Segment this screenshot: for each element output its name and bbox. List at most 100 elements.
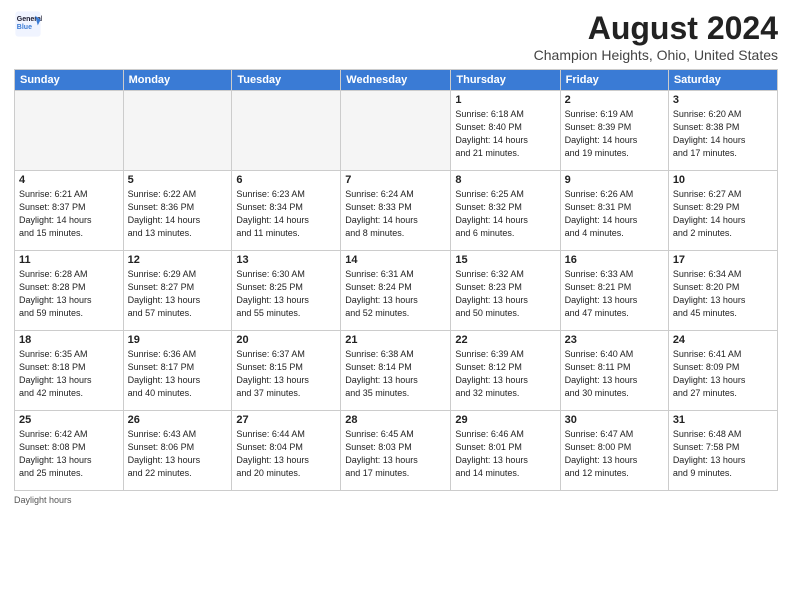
day-number: 12	[128, 254, 228, 266]
calendar-cell: 26 Sunrise: 6:43 AMSunset: 8:06 PMDayligh…	[123, 411, 232, 491]
logo-icon: General Blue	[14, 10, 42, 38]
day-info: Sunrise: 6:40 AMSunset: 8:11 PMDaylight:…	[565, 348, 664, 400]
col-friday: Friday	[560, 70, 668, 91]
day-number: 1	[455, 94, 555, 106]
day-number: 9	[565, 174, 664, 186]
day-number: 3	[673, 94, 773, 106]
calendar-cell: 24Sunrise: 6:41 AMSunset: 8:09 PMDayligh…	[668, 331, 777, 411]
calendar-cell: 12 Sunrise: 6:29 AMSunset: 8:27 PMDayligh…	[123, 251, 232, 331]
day-number: 10	[673, 174, 773, 186]
calendar-cell: 10 Sunrise: 6:27 AMSunset: 8:29 PMDayligh…	[668, 171, 777, 251]
day-info: Sunrise: 6:26 AMSunset: 8:31 PMDaylight:…	[565, 188, 664, 240]
day-info: Sunrise: 6:38 AMSunset: 8:14 PMDaylight:…	[345, 348, 446, 400]
calendar-week-row: 4 Sunrise: 6:21 AMSunset: 8:37 PMDaylight…	[15, 171, 778, 251]
day-info: Sunrise: 6:25 AMSunset: 8:32 PMDaylight:…	[455, 188, 555, 240]
day-info: Sunrise: 6:39 AMSunset: 8:12 PMDaylight:…	[455, 348, 555, 400]
day-number: 21	[345, 334, 446, 346]
day-info: Sunrise: 6:33 AMSunset: 8:21 PMDaylight:…	[565, 268, 664, 320]
day-number: 26	[128, 414, 228, 426]
calendar-cell: 31Sunrise: 6:48 AMSunset: 7:58 PMDayligh…	[668, 411, 777, 491]
day-number: 6	[236, 174, 336, 186]
day-number: 5	[128, 174, 228, 186]
day-info: Sunrise: 6:18 AMSunset: 8:40 PMDaylight:…	[455, 108, 555, 160]
day-number: 22	[455, 334, 555, 346]
day-info: Sunrise: 6:20 AMSunset: 8:38 PMDaylight:…	[673, 108, 773, 160]
calendar-cell	[341, 91, 451, 171]
day-number: 2	[565, 94, 664, 106]
location: Champion Heights, Ohio, United States	[534, 47, 778, 63]
calendar-cell: 19Sunrise: 6:36 AMSunset: 8:17 PMDayligh…	[123, 331, 232, 411]
calendar-cell: 9 Sunrise: 6:26 AMSunset: 8:31 PMDaylight…	[560, 171, 668, 251]
col-saturday: Saturday	[668, 70, 777, 91]
calendar-cell: 18Sunrise: 6:35 AMSunset: 8:18 PMDayligh…	[15, 331, 124, 411]
day-number: 23	[565, 334, 664, 346]
day-info: Sunrise: 6:35 AMSunset: 8:18 PMDaylight:…	[19, 348, 119, 400]
calendar-cell: 14 Sunrise: 6:31 AMSunset: 8:24 PMDayligh…	[341, 251, 451, 331]
day-number: 19	[128, 334, 228, 346]
day-number: 13	[236, 254, 336, 266]
calendar-cell: 11 Sunrise: 6:28 AMSunset: 8:28 PMDayligh…	[15, 251, 124, 331]
calendar-cell: 30 Sunrise: 6:47 AMSunset: 8:00 PMDayligh…	[560, 411, 668, 491]
day-number: 29	[455, 414, 555, 426]
calendar-cell	[123, 91, 232, 171]
calendar-cell: 15 Sunrise: 6:32 AMSunset: 8:23 PMDayligh…	[451, 251, 560, 331]
day-info: Sunrise: 6:29 AMSunset: 8:27 PMDaylight:…	[128, 268, 228, 320]
day-info: Sunrise: 6:28 AMSunset: 8:28 PMDaylight:…	[19, 268, 119, 320]
day-number: 11	[19, 254, 119, 266]
day-number: 8	[455, 174, 555, 186]
day-number: 14	[345, 254, 446, 266]
header: General Blue August 2024 Champion Height…	[14, 10, 778, 63]
day-info: Sunrise: 6:32 AMSunset: 8:23 PMDaylight:…	[455, 268, 555, 320]
month-title: August 2024	[534, 10, 778, 47]
calendar-cell	[15, 91, 124, 171]
logo: General Blue	[14, 10, 42, 38]
day-info: Sunrise: 6:37 AMSunset: 8:15 PMDaylight:…	[236, 348, 336, 400]
day-number: 17	[673, 254, 773, 266]
day-number: 20	[236, 334, 336, 346]
day-info: Sunrise: 6:31 AMSunset: 8:24 PMDaylight:…	[345, 268, 446, 320]
title-block: August 2024 Champion Heights, Ohio, Unit…	[534, 10, 778, 63]
calendar-cell: 3 Sunrise: 6:20 AMSunset: 8:38 PMDaylight…	[668, 91, 777, 171]
day-number: 15	[455, 254, 555, 266]
day-number: 16	[565, 254, 664, 266]
calendar-cell: 2Sunrise: 6:19 AMSunset: 8:39 PMDaylight…	[560, 91, 668, 171]
calendar-cell: 28Sunrise: 6:45 AMSunset: 8:03 PMDayligh…	[341, 411, 451, 491]
calendar-header-row: Sunday Monday Tuesday Wednesday Thursday…	[15, 70, 778, 91]
calendar-cell: 22 Sunrise: 6:39 AMSunset: 8:12 PMDayligh…	[451, 331, 560, 411]
calendar-cell: 1 Sunrise: 6:18 AMSunset: 8:40 PMDaylight…	[451, 91, 560, 171]
day-info: Sunrise: 6:30 AMSunset: 8:25 PMDaylight:…	[236, 268, 336, 320]
page-container: General Blue August 2024 Champion Height…	[0, 0, 792, 612]
day-info: Sunrise: 6:21 AMSunset: 8:37 PMDaylight:…	[19, 188, 119, 240]
calendar-cell: 16 Sunrise: 6:33 AMSunset: 8:21 PMDayligh…	[560, 251, 668, 331]
calendar-cell: 25Sunrise: 6:42 AMSunset: 8:08 PMDayligh…	[15, 411, 124, 491]
calendar-cell: 8 Sunrise: 6:25 AMSunset: 8:32 PMDaylight…	[451, 171, 560, 251]
calendar-cell: 13 Sunrise: 6:30 AMSunset: 8:25 PMDayligh…	[232, 251, 341, 331]
day-info: Sunrise: 6:42 AMSunset: 8:08 PMDaylight:…	[19, 428, 119, 480]
calendar-cell: 20 Sunrise: 6:37 AMSunset: 8:15 PMDayligh…	[232, 331, 341, 411]
day-number: 30	[565, 414, 664, 426]
day-info: Sunrise: 6:27 AMSunset: 8:29 PMDaylight:…	[673, 188, 773, 240]
calendar-cell: 29 Sunrise: 6:46 AMSunset: 8:01 PMDayligh…	[451, 411, 560, 491]
footer-note: Daylight hours	[14, 495, 778, 505]
calendar-cell: 27Sunrise: 6:44 AMSunset: 8:04 PMDayligh…	[232, 411, 341, 491]
calendar-cell: 6Sunrise: 6:23 AMSunset: 8:34 PMDaylight…	[232, 171, 341, 251]
day-info: Sunrise: 6:34 AMSunset: 8:20 PMDaylight:…	[673, 268, 773, 320]
col-tuesday: Tuesday	[232, 70, 341, 91]
day-info: Sunrise: 6:46 AMSunset: 8:01 PMDaylight:…	[455, 428, 555, 480]
calendar-week-row: 18Sunrise: 6:35 AMSunset: 8:18 PMDayligh…	[15, 331, 778, 411]
day-number: 28	[345, 414, 446, 426]
day-number: 4	[19, 174, 119, 186]
calendar-cell: 21 Sunrise: 6:38 AMSunset: 8:14 PMDayligh…	[341, 331, 451, 411]
calendar-week-row: 1 Sunrise: 6:18 AMSunset: 8:40 PMDaylight…	[15, 91, 778, 171]
calendar-cell	[232, 91, 341, 171]
day-info: Sunrise: 6:22 AMSunset: 8:36 PMDaylight:…	[128, 188, 228, 240]
calendar-cell: 23 Sunrise: 6:40 AMSunset: 8:11 PMDayligh…	[560, 331, 668, 411]
calendar-cell: 4 Sunrise: 6:21 AMSunset: 8:37 PMDaylight…	[15, 171, 124, 251]
calendar-cell: 17 Sunrise: 6:34 AMSunset: 8:20 PMDayligh…	[668, 251, 777, 331]
calendar-cell: 5 Sunrise: 6:22 AMSunset: 8:36 PMDaylight…	[123, 171, 232, 251]
day-info: Sunrise: 6:41 AMSunset: 8:09 PMDaylight:…	[673, 348, 773, 400]
col-wednesday: Wednesday	[341, 70, 451, 91]
day-info: Sunrise: 6:43 AMSunset: 8:06 PMDaylight:…	[128, 428, 228, 480]
calendar-week-row: 11 Sunrise: 6:28 AMSunset: 8:28 PMDayligh…	[15, 251, 778, 331]
day-info: Sunrise: 6:47 AMSunset: 8:00 PMDaylight:…	[565, 428, 664, 480]
